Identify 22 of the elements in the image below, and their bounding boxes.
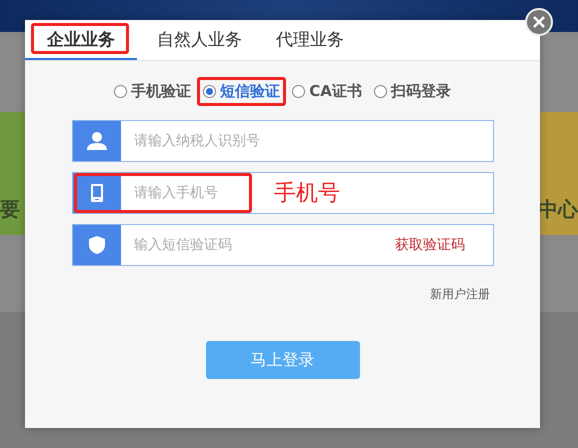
input-field[interactable]: 输入短信验证码 获取验证码 [72, 224, 494, 266]
radio-button[interactable] [292, 85, 306, 98]
radio-option[interactable]: 短信验证 [197, 77, 286, 106]
person-icon [87, 132, 107, 150]
radio-option[interactable]: 手机验证 [108, 77, 198, 106]
shield-icon [89, 236, 105, 254]
tab[interactable]: 代理业务 [262, 20, 358, 60]
tab[interactable]: 自然人业务 [143, 20, 256, 60]
close-icon [533, 16, 545, 28]
input-field[interactable]: 请输入手机号 手机号 [72, 172, 494, 214]
register-link[interactable]: 新用户注册 [430, 286, 490, 303]
phone-icon [91, 184, 103, 202]
radio-option[interactable]: 扫码登录 [368, 77, 457, 106]
annotation-text: 手机号 [274, 180, 340, 208]
get-code-link[interactable]: 获取验证码 [395, 236, 465, 254]
input-field[interactable]: 请输入纳税人识别号 [72, 120, 494, 162]
radio-button[interactable] [114, 85, 128, 98]
radio-button[interactable] [374, 85, 387, 98]
tab[interactable]: 企业业务 [25, 20, 137, 60]
tile-label: 要 [0, 196, 20, 223]
radio-option[interactable]: CA证书 [286, 77, 368, 106]
radio-button[interactable] [203, 85, 216, 98]
